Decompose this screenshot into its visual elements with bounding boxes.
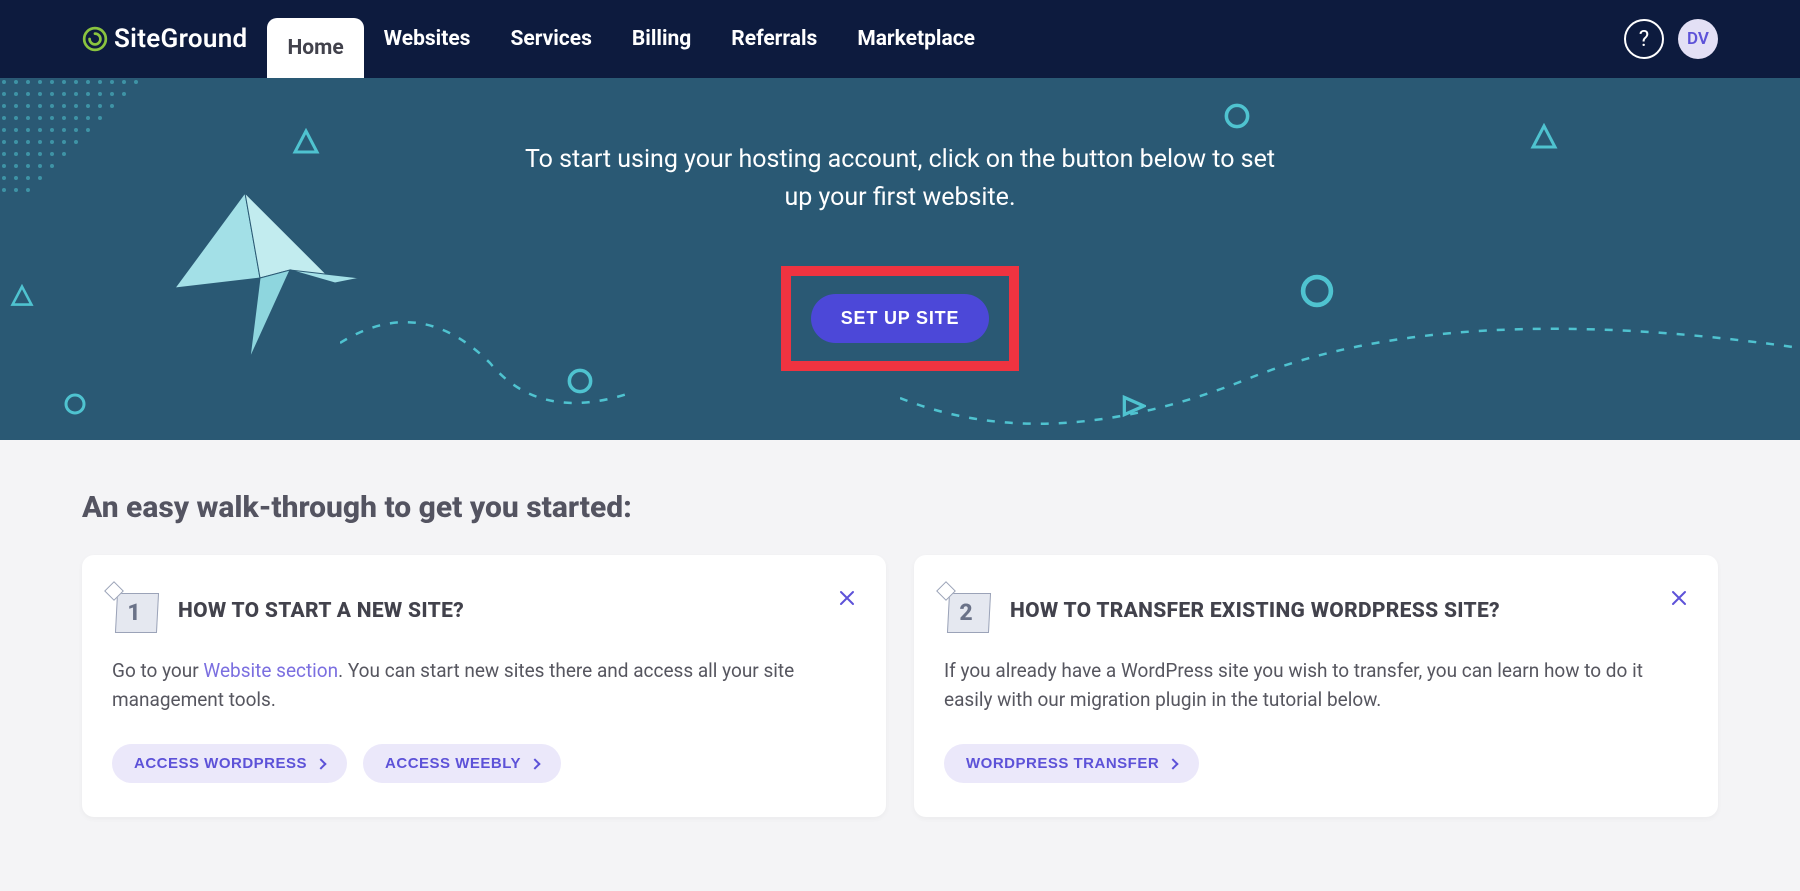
access-weebly-button[interactable]: ACCESS WEEBLY bbox=[363, 744, 561, 783]
brand-logo[interactable]: SiteGround bbox=[82, 24, 247, 54]
wordpress-transfer-button[interactable]: WORDPRESS TRANSFER bbox=[944, 744, 1199, 783]
nav-home[interactable]: Home bbox=[267, 18, 363, 78]
close-icon[interactable] bbox=[1670, 589, 1688, 607]
circle-decoration bbox=[64, 393, 86, 415]
triangle-decoration bbox=[292, 128, 320, 156]
top-nav-bar: SiteGround Home Websites Services Billin… bbox=[0, 0, 1800, 78]
card-actions: ACCESS WORDPRESS ACCESS WEEBLY bbox=[112, 744, 856, 783]
circle-decoration bbox=[567, 368, 593, 394]
chevron-right-icon bbox=[315, 758, 326, 769]
card-title: HOW TO TRANSFER EXISTING WORDPRESS SITE? bbox=[1010, 599, 1500, 623]
highlight-box: SET UP SITE bbox=[781, 266, 1020, 371]
dots-decoration bbox=[0, 78, 140, 278]
nav-services[interactable]: Services bbox=[490, 0, 611, 78]
circle-decoration bbox=[1300, 274, 1334, 308]
access-wordpress-button[interactable]: ACCESS WORDPRESS bbox=[112, 744, 347, 783]
nav-referrals[interactable]: Referrals bbox=[711, 0, 837, 78]
header-right: ? DV bbox=[1624, 19, 1718, 59]
card-description: If you already have a WordPress site you… bbox=[944, 657, 1688, 714]
hero-text: To start using your hosting account, cli… bbox=[510, 141, 1290, 216]
section-title: An easy walk-through to get you started: bbox=[82, 490, 1718, 525]
help-icon[interactable]: ? bbox=[1624, 19, 1664, 59]
nav-billing[interactable]: Billing bbox=[612, 0, 711, 78]
dashed-line-decoration bbox=[340, 313, 640, 440]
nav-websites[interactable]: Websites bbox=[364, 0, 491, 78]
note-icon: 1 bbox=[112, 589, 156, 633]
circle-decoration bbox=[1224, 103, 1250, 129]
card-actions: WORDPRESS TRANSFER bbox=[944, 744, 1688, 783]
close-icon[interactable] bbox=[838, 589, 856, 607]
chevron-right-icon bbox=[1168, 758, 1179, 769]
setup-site-button[interactable]: SET UP SITE bbox=[811, 294, 990, 343]
main-nav: Home Websites Services Billing Referrals… bbox=[267, 0, 995, 78]
siteground-logo-icon bbox=[82, 26, 108, 52]
chevron-right-icon bbox=[529, 758, 540, 769]
nav-marketplace[interactable]: Marketplace bbox=[837, 0, 995, 78]
dashed-line-decoration bbox=[900, 318, 1800, 440]
note-icon: 2 bbox=[944, 589, 988, 633]
card-transfer-wordpress: 2 HOW TO TRANSFER EXISTING WORDPRESS SIT… bbox=[914, 555, 1718, 817]
cards-row: 1 HOW TO START A NEW SITE? Go to your We… bbox=[82, 555, 1718, 817]
triangle-decoration bbox=[10, 284, 34, 308]
website-section-link[interactable]: Website section bbox=[203, 659, 338, 682]
card-title: HOW TO START A NEW SITE? bbox=[178, 599, 464, 623]
play-decoration bbox=[1120, 393, 1146, 419]
brand-name: SiteGround bbox=[114, 24, 247, 54]
hero-banner: To start using your hosting account, cli… bbox=[0, 78, 1800, 440]
crane-decoration bbox=[170, 188, 380, 363]
user-avatar[interactable]: DV bbox=[1678, 19, 1718, 59]
card-header: 1 HOW TO START A NEW SITE? bbox=[112, 589, 856, 633]
card-description: Go to your Website section. You can star… bbox=[112, 657, 856, 714]
triangle-decoration bbox=[1530, 123, 1558, 151]
content-area: An easy walk-through to get you started:… bbox=[0, 440, 1800, 857]
card-header: 2 HOW TO TRANSFER EXISTING WORDPRESS SIT… bbox=[944, 589, 1688, 633]
card-start-new-site: 1 HOW TO START A NEW SITE? Go to your We… bbox=[82, 555, 886, 817]
